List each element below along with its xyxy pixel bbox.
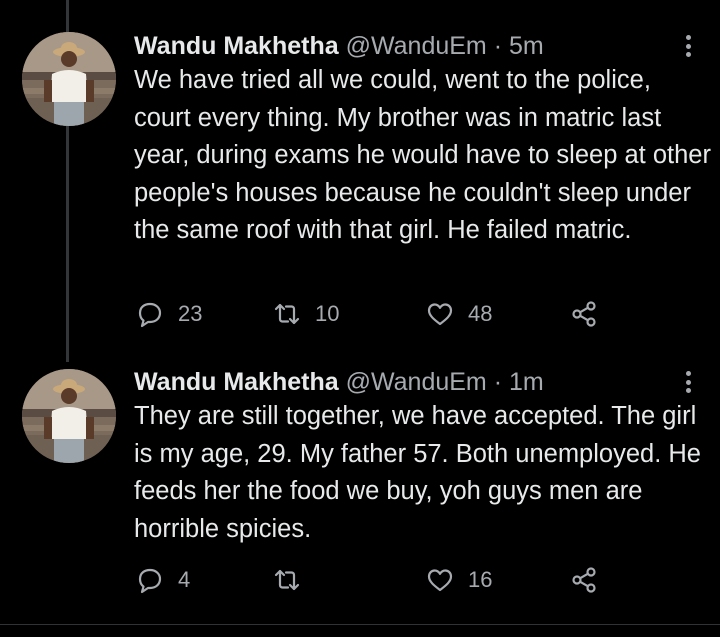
share-button[interactable] (570, 562, 598, 598)
tweet[interactable]: Wandu Makhetha @WanduEm · 1m They are st… (0, 362, 720, 624)
separator-dot: · (493, 32, 503, 60)
avatar[interactable] (22, 32, 116, 126)
tweet[interactable]: Wandu Makhetha @WanduEm · 5m We have tri… (0, 0, 720, 362)
avatar-image (22, 32, 116, 126)
avatar[interactable] (22, 369, 116, 463)
tweet-actions: 4 16 (136, 562, 616, 598)
avatar-image (22, 369, 116, 463)
divider (0, 624, 720, 625)
like-count: 16 (468, 567, 493, 592)
share-button[interactable] (570, 296, 598, 332)
heart-icon (427, 569, 453, 592)
retweet-icon (274, 569, 300, 591)
share-icon (572, 567, 596, 593)
retweet-button[interactable] (273, 562, 301, 598)
reply-count: 4 (178, 567, 191, 592)
share-icon (572, 301, 596, 327)
like-count: 48 (468, 301, 493, 326)
tweet-header: Wandu Makhetha @WanduEm · 1m (134, 366, 670, 398)
heart-icon (427, 303, 453, 326)
tweet-text: They are still together, we have accepte… (134, 402, 701, 543)
more-vertical-icon[interactable] (678, 368, 698, 396)
reply-button[interactable]: 4 (136, 562, 190, 598)
reply-icon (138, 568, 162, 594)
reply-count: 23 (178, 301, 203, 326)
timestamp[interactable]: 5m (509, 32, 544, 60)
retweet-button[interactable]: 10 (273, 296, 339, 332)
author-display-name[interactable]: Wandu Makhetha (134, 368, 339, 396)
retweet-count: 10 (315, 301, 340, 326)
more-vertical-icon[interactable] (678, 32, 698, 60)
like-button[interactable]: 48 (426, 296, 492, 332)
separator-dot: · (493, 368, 503, 396)
retweet-icon (274, 303, 300, 325)
author-handle[interactable]: @WanduEm (346, 368, 487, 396)
author-handle[interactable]: @WanduEm (346, 32, 487, 60)
author-display-name[interactable]: Wandu Makhetha (134, 32, 339, 60)
tweet-text: We have tried all we could, went to the … (134, 66, 711, 244)
reply-button[interactable]: 23 (136, 296, 202, 332)
tweet-actions: 23 10 48 (136, 296, 616, 332)
like-button[interactable]: 16 (426, 562, 492, 598)
timestamp[interactable]: 1m (509, 368, 544, 396)
tweet-header: Wandu Makhetha @WanduEm · 5m (134, 30, 670, 62)
reply-icon (138, 302, 162, 328)
